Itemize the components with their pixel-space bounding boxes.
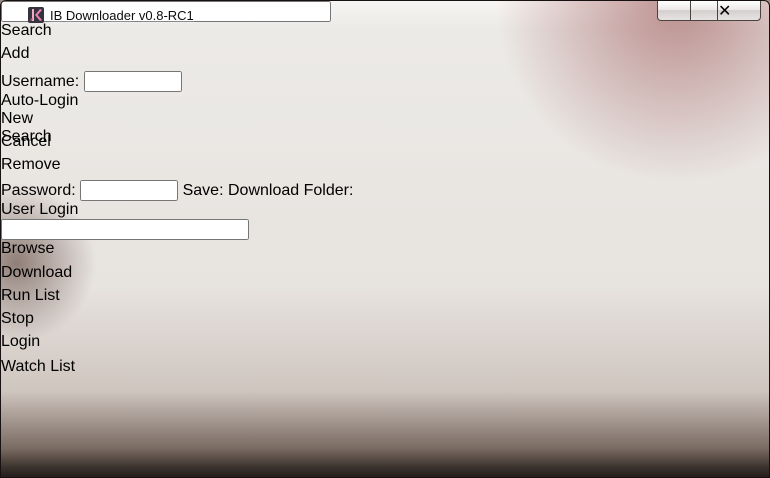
close-icon: ✕ [718,3,732,20]
auto-login-checkbox[interactable]: Auto-Login [1,92,769,110]
username-field[interactable] [83,71,182,92]
download-folder-input[interactable] [1,219,249,240]
run-list-button[interactable]: Run List [1,287,74,310]
caption-buttons: ✕ [657,1,761,21]
download-button[interactable]: Download [1,264,72,287]
user-login-checkbox[interactable]: User Login [1,201,769,219]
cancel-button[interactable]: Cancel [1,133,71,156]
save-label: Save: [182,182,224,199]
auto-login-label: Auto-Login [1,92,79,109]
login-button[interactable]: Login [1,333,75,358]
app-icon [28,7,44,23]
remove-button[interactable]: Remove [1,156,74,180]
username-label: Username: [1,73,80,90]
minimize-button[interactable] [657,1,690,21]
client-area: Search Add Username: Auto-Login New Sear… [1,1,769,477]
window-title: IB Downloader v0.8-RC1 [50,8,194,23]
password-field[interactable] [80,180,179,201]
results-listbox[interactable] [1,376,377,477]
close-button[interactable]: ✕ [717,1,761,21]
browse-button[interactable]: Browse [1,240,72,264]
download-folder-label: Download Folder: [227,182,354,199]
titlebar[interactable]: IB Downloader v0.8-RC1 ✕ [1,1,769,30]
watch-list-save-checkbox[interactable]: Watch List [1,358,769,376]
user-login-label: User Login [1,201,79,218]
new-search-button[interactable]: New Search [1,110,72,145]
stop-button[interactable]: Stop [1,310,73,333]
maximize-button[interactable] [690,1,717,21]
password-label: Password: [1,182,76,199]
app-window: IB Downloader v0.8-RC1 ✕ Search Add User… [0,0,770,478]
watch-list-save-label: Watch List [1,358,76,375]
add-button[interactable]: Add [1,45,74,71]
